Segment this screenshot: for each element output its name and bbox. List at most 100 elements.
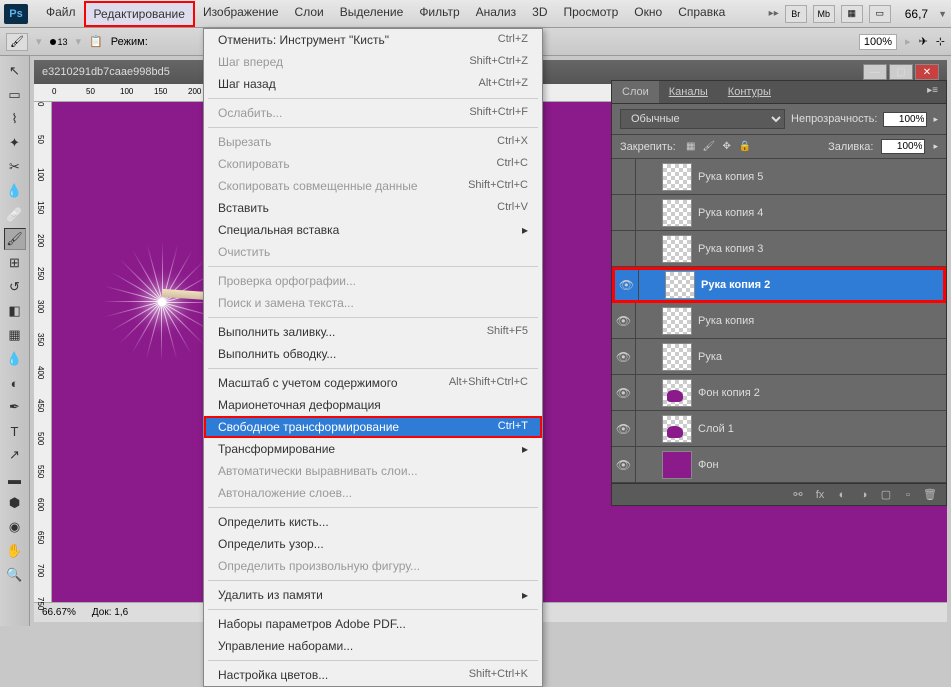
menu-item[interactable]: Выполнить заливку...Shift+F5	[204, 321, 542, 343]
path-tool[interactable]: ↗	[4, 444, 26, 466]
layer-mask-icon[interactable]: ◐	[834, 488, 850, 502]
layer-row[interactable]: 👁Рука копия	[612, 303, 946, 339]
menu-выделение[interactable]: Выделение	[332, 1, 412, 27]
crop-tool[interactable]: ✂	[4, 156, 26, 178]
bridge-button[interactable]: Br	[785, 5, 807, 23]
lock-transparency-icon[interactable]: ▦	[684, 140, 698, 154]
menu-справка[interactable]: Справка	[670, 1, 733, 27]
layer-thumbnail[interactable]	[662, 343, 692, 371]
maximize-button[interactable]: ▢	[889, 64, 913, 80]
layer-thumbnail[interactable]	[662, 415, 692, 443]
menu-редактирование[interactable]: Редактирование	[84, 1, 195, 27]
tab-Слои[interactable]: Слои	[612, 81, 659, 103]
visibility-eye-icon[interactable]: 👁	[612, 447, 636, 482]
eyedropper-tool[interactable]: 💧	[4, 180, 26, 202]
menu-item[interactable]: Отменить: Инструмент "Кисть"Ctrl+Z	[204, 29, 542, 51]
move-tool[interactable]: ↖	[4, 60, 26, 82]
menu-слои[interactable]: Слои	[287, 1, 332, 27]
fill-input[interactable]	[881, 139, 925, 154]
layer-row[interactable]: Рука копия 5	[612, 159, 946, 195]
layer-name[interactable]: Рука	[698, 351, 722, 363]
menu-item[interactable]: Специальная вставка	[204, 219, 542, 241]
brush-panel-icon[interactable]: 📋	[89, 35, 103, 48]
menu-item[interactable]: Определить узор...	[204, 533, 542, 555]
menu-item[interactable]: Выполнить обводку...	[204, 343, 542, 365]
hand-tool[interactable]: ✋	[4, 540, 26, 562]
visibility-eye-icon[interactable]: 👁	[615, 270, 639, 300]
menu-item[interactable]: Свободное трансформированиеCtrl+T	[204, 416, 542, 438]
3d-camera-tool[interactable]: ◉	[4, 516, 26, 538]
layer-thumbnail[interactable]	[662, 307, 692, 335]
layer-thumbnail[interactable]	[662, 235, 692, 263]
chevron-down-icon[interactable]: ▼	[938, 9, 947, 19]
lock-all-icon[interactable]: 🔒	[738, 140, 752, 154]
visibility-eye-icon[interactable]	[612, 159, 636, 194]
blur-tool[interactable]: 💧	[4, 348, 26, 370]
layer-row[interactable]: 👁 Рука копия 2	[612, 267, 946, 303]
healing-tool[interactable]: 🩹	[4, 204, 26, 226]
arrange-icon[interactable]: ▦	[841, 5, 863, 23]
close-button[interactable]: ✕	[915, 64, 939, 80]
layer-name[interactable]: Рука копия 3	[698, 243, 763, 255]
zoom-value[interactable]: 66,7	[905, 7, 928, 21]
gradient-tool[interactable]: ▦	[4, 324, 26, 346]
menu-окно[interactable]: Окно	[626, 1, 670, 27]
menu-анализ[interactable]: Анализ	[468, 1, 525, 27]
menu-item[interactable]: Марионеточная деформация	[204, 394, 542, 416]
blend-mode-select[interactable]: Обычные	[620, 109, 785, 129]
brush-tool[interactable]: 🖌	[4, 228, 26, 250]
brush-preset-icon[interactable]: 🖌	[6, 33, 28, 51]
layer-name[interactable]: Слой 1	[698, 423, 734, 435]
new-layer-icon[interactable]: ▫	[900, 488, 916, 502]
brush-size[interactable]: 13	[50, 37, 68, 47]
menu-item[interactable]: Масштаб с учетом содержимогоAlt+Shift+Ct…	[204, 372, 542, 394]
layer-thumbnail[interactable]	[662, 379, 692, 407]
pen-tool[interactable]: ✒	[4, 396, 26, 418]
layer-name[interactable]: Рука копия	[698, 315, 754, 327]
tab-Контуры[interactable]: Контуры	[718, 81, 781, 103]
chevron-icon[interactable]: ▸	[933, 114, 938, 125]
layer-thumbnail[interactable]	[662, 199, 692, 227]
zoom-status[interactable]: 66.67%	[42, 607, 76, 618]
layer-thumbnail[interactable]	[662, 163, 692, 191]
menu-item[interactable]: Управление наборами...	[204, 635, 542, 657]
menu-item[interactable]: ВставитьCtrl+V	[204, 197, 542, 219]
screenmode-icon[interactable]: ▭	[869, 5, 891, 23]
airbrush-icon[interactable]: ✈	[919, 35, 928, 48]
type-tool[interactable]: T	[4, 420, 26, 442]
visibility-eye-icon[interactable]: 👁	[612, 339, 636, 374]
visibility-eye-icon[interactable]: 👁	[612, 375, 636, 410]
tab-Каналы[interactable]: Каналы	[659, 81, 718, 103]
chevron-icon[interactable]: ▸	[933, 141, 938, 152]
minimize-button[interactable]: —	[863, 64, 887, 80]
wand-tool[interactable]: ✦	[4, 132, 26, 154]
menu-изображение[interactable]: Изображение	[195, 1, 287, 27]
zoom-tool[interactable]: 🔍	[4, 564, 26, 586]
minibridge-button[interactable]: Mb	[813, 5, 835, 23]
layer-row[interactable]: Рука копия 4	[612, 195, 946, 231]
adjustment-icon[interactable]: ◑	[856, 488, 872, 502]
menu-item[interactable]: Шаг назадAlt+Ctrl+Z	[204, 73, 542, 95]
lock-pixels-icon[interactable]: 🖌	[702, 140, 716, 154]
history-brush-tool[interactable]: ↺	[4, 276, 26, 298]
eraser-tool[interactable]: ◧	[4, 300, 26, 322]
lock-position-icon[interactable]: ✥	[720, 140, 734, 154]
menu-фильтр[interactable]: Фильтр	[411, 1, 467, 27]
visibility-eye-icon[interactable]	[612, 195, 636, 230]
link-layers-icon[interactable]: ⚯	[790, 488, 806, 502]
shape-tool[interactable]: ▬	[4, 468, 26, 490]
layer-row[interactable]: 👁Фон копия 2	[612, 375, 946, 411]
dodge-tool[interactable]: ◐	[4, 372, 26, 394]
layer-row[interactable]: 👁 Слой 1	[612, 411, 946, 447]
visibility-eye-icon[interactable]: 👁	[612, 411, 636, 446]
delete-layer-icon[interactable]: 🗑	[922, 488, 938, 502]
layer-row[interactable]: 👁Фон	[612, 447, 946, 483]
menu-item[interactable]: Наборы параметров Adobe PDF...	[204, 613, 542, 635]
panel-menu-icon[interactable]: ▸≡	[919, 81, 946, 103]
tablet-icon[interactable]: ⊹	[936, 35, 945, 48]
menu-item[interactable]: Определить кисть...	[204, 511, 542, 533]
group-icon[interactable]: ▢	[878, 488, 894, 502]
layer-name[interactable]: Рука копия 2	[701, 279, 770, 291]
layer-thumbnail[interactable]	[665, 271, 695, 299]
menu-item[interactable]: Трансформирование	[204, 438, 542, 460]
